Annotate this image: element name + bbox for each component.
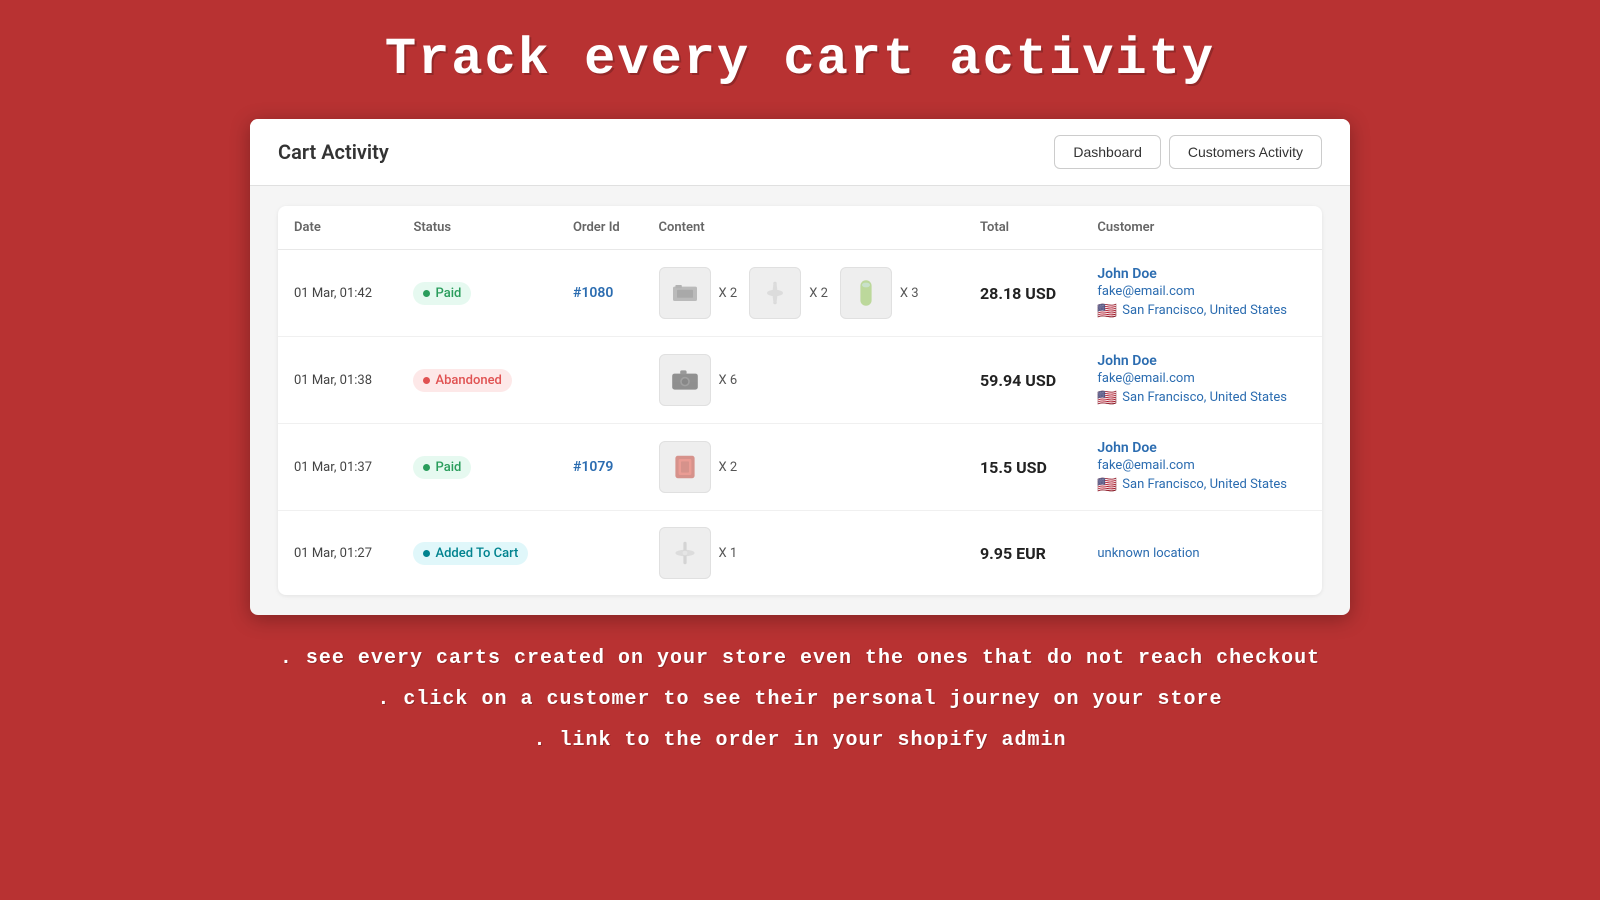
cell-content: X 6 xyxy=(643,337,964,424)
cell-total: 28.18 USD xyxy=(964,250,1081,337)
table-row: 01 Mar, 01:42Paid #1080 X 2 X 2 X 3 28.18 USD… xyxy=(278,250,1322,337)
cell-content: X 2 X 2 X 3 xyxy=(643,250,964,337)
product-thumbnail xyxy=(749,267,801,319)
app-container: Cart Activity Dashboard Customers Activi… xyxy=(250,119,1350,615)
col-total: Total xyxy=(964,206,1081,250)
cell-status: Abandoned xyxy=(397,337,556,424)
cell-date: 01 Mar, 01:27 xyxy=(278,511,397,596)
footer-line-2: . click on a customer to see their perso… xyxy=(280,688,1320,711)
cell-status: Added To Cart xyxy=(397,511,556,596)
dashboard-button[interactable]: Dashboard xyxy=(1054,135,1161,169)
cell-customer: unknown location xyxy=(1081,511,1322,596)
customer-name-link[interactable]: John Doe xyxy=(1097,266,1306,282)
cell-customer: John Doe fake@email.com 🇺🇸San Francisco, U… xyxy=(1081,337,1322,424)
cell-date: 01 Mar, 01:37 xyxy=(278,424,397,511)
cell-customer: John Doe fake@email.com 🇺🇸San Francisco, U… xyxy=(1081,424,1322,511)
order-link[interactable]: #1079 xyxy=(573,459,613,475)
cell-date: 01 Mar, 01:38 xyxy=(278,337,397,424)
product-thumbnail xyxy=(840,267,892,319)
product-thumbnail xyxy=(659,527,711,579)
col-customer: Customer xyxy=(1081,206,1322,250)
hero-title: Track every cart activity xyxy=(385,30,1215,89)
product-thumbnail xyxy=(659,267,711,319)
product-quantity: X 6 xyxy=(719,373,738,388)
product-thumbnail xyxy=(659,441,711,493)
product-quantity: X 2 xyxy=(719,460,738,475)
col-date: Date xyxy=(278,206,397,250)
activity-table: Date Status Order Id Content Total Custo… xyxy=(278,206,1322,595)
cell-status: Paid xyxy=(397,250,556,337)
cell-total: 59.94 USD xyxy=(964,337,1081,424)
table-header-row: Date Status Order Id Content Total Custo… xyxy=(278,206,1322,250)
cell-total: 15.5 USD xyxy=(964,424,1081,511)
customer-email-link[interactable]: fake@email.com xyxy=(1097,284,1306,299)
product-quantity: X 2 xyxy=(809,286,828,301)
app-header: Cart Activity Dashboard Customers Activi… xyxy=(250,119,1350,186)
col-content: Content xyxy=(643,206,964,250)
cell-customer: John Doe fake@email.com 🇺🇸San Francisco, U… xyxy=(1081,250,1322,337)
unknown-location-link[interactable]: unknown location xyxy=(1097,546,1306,561)
flag-icon: 🇺🇸 xyxy=(1097,475,1117,494)
cell-order-id xyxy=(557,511,643,596)
customer-name-link[interactable]: John Doe xyxy=(1097,353,1306,369)
table-wrapper: Date Status Order Id Content Total Custo… xyxy=(250,186,1350,615)
flag-icon: 🇺🇸 xyxy=(1097,388,1117,407)
col-status: Status xyxy=(397,206,556,250)
cell-content: X 1 xyxy=(643,511,964,596)
order-link[interactable]: #1080 xyxy=(573,285,613,301)
customer-location-link[interactable]: 🇺🇸San Francisco, United States xyxy=(1097,301,1306,320)
cell-order-id[interactable]: #1080 xyxy=(557,250,643,337)
customer-email-link[interactable]: fake@email.com xyxy=(1097,458,1306,473)
cell-date: 01 Mar, 01:42 xyxy=(278,250,397,337)
customer-email-link[interactable]: fake@email.com xyxy=(1097,371,1306,386)
customer-name-link[interactable]: John Doe xyxy=(1097,440,1306,456)
table-row: 01 Mar, 01:38AbandonedX 659.94 USDJohn D… xyxy=(278,337,1322,424)
table-row: 01 Mar, 01:37Paid#1079X 215.5 USDJohn Do… xyxy=(278,424,1322,511)
footer-line-3: . link to the order in your shopify admi… xyxy=(280,729,1320,752)
cell-status: Paid xyxy=(397,424,556,511)
product-quantity: X 3 xyxy=(900,286,919,301)
cell-order-id xyxy=(557,337,643,424)
customers-activity-button[interactable]: Customers Activity xyxy=(1169,135,1322,169)
footer-section: . see every carts created on your store … xyxy=(280,647,1320,770)
app-title: Cart Activity xyxy=(278,140,389,164)
cell-total: 9.95 EUR xyxy=(964,511,1081,596)
customer-location-link[interactable]: 🇺🇸San Francisco, United States xyxy=(1097,475,1306,494)
product-quantity: X 2 xyxy=(719,286,738,301)
cell-order-id[interactable]: #1079 xyxy=(557,424,643,511)
product-thumbnail xyxy=(659,354,711,406)
footer-line-1: . see every carts created on your store … xyxy=(280,647,1320,670)
cell-content: X 2 xyxy=(643,424,964,511)
header-buttons: Dashboard Customers Activity xyxy=(1054,135,1322,169)
product-quantity: X 1 xyxy=(719,546,738,561)
flag-icon: 🇺🇸 xyxy=(1097,301,1117,320)
col-order-id: Order Id xyxy=(557,206,643,250)
table-row: 01 Mar, 01:27Added To Cart X 1 9.95 EUR unk… xyxy=(278,511,1322,596)
customer-location-link[interactable]: 🇺🇸San Francisco, United States xyxy=(1097,388,1306,407)
